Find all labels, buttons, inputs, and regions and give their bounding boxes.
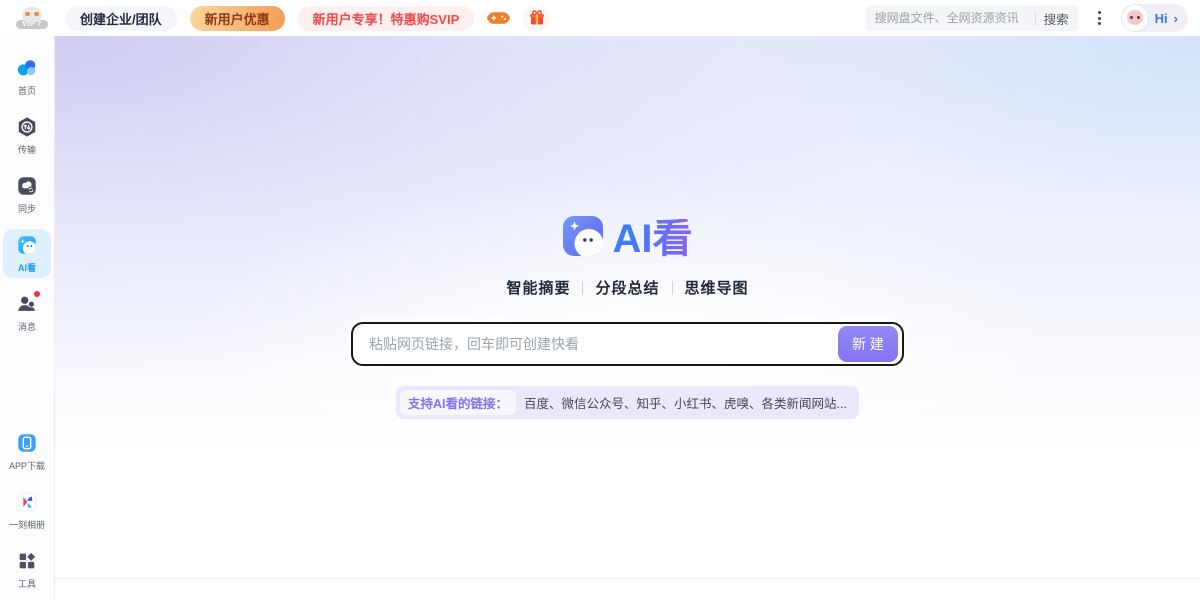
hint-sites: 百度、微信公众号、知乎、小红书、虎嗅、各类新闻网站... xyxy=(524,393,847,412)
sidebar-item-transfer[interactable]: 传输 xyxy=(3,111,51,160)
mascot-icon xyxy=(22,7,42,22)
sidebar-item-sync[interactable]: 同步 xyxy=(3,170,51,219)
feature-smart-summary: 智能摘要 xyxy=(506,277,570,298)
footer-strip xyxy=(55,580,1200,600)
supported-links-hint: 支持AI看的链接： 百度、微信公众号、知乎、小红书、虎嗅、各类新闻网站... xyxy=(396,386,859,419)
link-input-container: 新 建 xyxy=(351,322,904,366)
ai-view-logo: AI看 xyxy=(563,216,693,261)
app-logo[interactable]: VIP 7 xyxy=(12,7,52,29)
sidebar-item-ai-view[interactable]: AI看 xyxy=(3,229,51,278)
gift-icon[interactable] xyxy=(523,5,550,32)
ai-view-logo-text: AI看 xyxy=(613,219,693,259)
sidebar-item-label: 首页 xyxy=(18,87,36,97)
ai-view-icon xyxy=(16,234,38,261)
search-input[interactable] xyxy=(875,11,1027,25)
feature-divider xyxy=(672,281,673,295)
home-icon xyxy=(16,57,38,84)
sidebar-item-label: 工具 xyxy=(18,580,36,590)
sidebar-item-messages[interactable]: 消息 xyxy=(3,288,51,337)
link-input[interactable] xyxy=(353,324,838,364)
sidebar-item-label: 传输 xyxy=(18,146,36,156)
sidebar-bottom-group: APP下载 一刻相册 工具 xyxy=(3,427,51,594)
avatar xyxy=(1121,4,1149,32)
greeting-label: Hi xyxy=(1155,11,1168,26)
ai-view-panel: AI看 智能摘要 分段总结 思维导图 新 建 支持AI看的链接： 百度、微信公众… xyxy=(55,36,1200,419)
messages-icon xyxy=(16,293,38,320)
feature-divider xyxy=(582,281,583,295)
feature-list: 智能摘要 分段总结 思维导图 xyxy=(506,277,748,298)
tools-icon xyxy=(16,550,38,577)
sidebar-item-label: 一刻相册 xyxy=(9,521,45,531)
sidebar-item-app-download[interactable]: APP下载 xyxy=(3,427,51,476)
transfer-icon xyxy=(16,116,38,143)
sidebar-item-label: 同步 xyxy=(18,205,36,215)
topbar-left-group: VIP 7 创建企业/团队 新用户优惠 新用户专享！特惠购SVIP xyxy=(0,5,550,32)
sidebar-item-label: APP下载 xyxy=(9,462,45,472)
game-icon[interactable] xyxy=(487,9,510,27)
app-download-icon xyxy=(16,432,38,459)
more-menu-icon[interactable] xyxy=(1094,7,1105,29)
sidebar-item-label: 消息 xyxy=(18,323,36,333)
new-user-offer-button[interactable]: 新用户优惠 xyxy=(190,6,285,31)
sidebar: 首页 传输 xyxy=(0,36,55,600)
sidebar-item-album[interactable]: 一刻相册 xyxy=(3,486,51,535)
album-icon xyxy=(16,491,38,518)
chevron-right-icon: › xyxy=(1174,11,1178,26)
notification-dot xyxy=(34,291,40,297)
sync-icon xyxy=(16,175,38,202)
sidebar-item-label: AI看 xyxy=(18,264,36,274)
global-search-box: 搜索 xyxy=(866,5,1078,31)
ai-view-logo-icon xyxy=(563,216,603,261)
search-button[interactable]: 搜索 xyxy=(1044,9,1069,28)
topbar-right-group: 搜索 Hi › xyxy=(866,4,1200,32)
sidebar-item-home[interactable]: 首页 xyxy=(3,52,51,101)
feature-section-summary: 分段总结 xyxy=(595,277,659,298)
main-content: AI看 智能摘要 分段总结 思维导图 新 建 支持AI看的链接： 百度、微信公众… xyxy=(55,36,1200,579)
user-account[interactable]: Hi › xyxy=(1121,4,1188,32)
top-bar: VIP 7 创建企业/团队 新用户优惠 新用户专享！特惠购SVIP xyxy=(0,0,1200,36)
sidebar-item-tools[interactable]: 工具 xyxy=(3,545,51,594)
sidebar-top-group: 首页 传输 xyxy=(3,52,51,336)
feature-mind-map: 思维导图 xyxy=(685,277,749,298)
create-button[interactable]: 新 建 xyxy=(838,326,898,362)
create-team-button[interactable]: 创建企业/团队 xyxy=(65,6,177,31)
hint-label: 支持AI看的链接： xyxy=(400,390,516,415)
svip-promo-button[interactable]: 新用户专享！特惠购SVIP xyxy=(298,6,475,31)
search-divider xyxy=(1035,12,1036,25)
